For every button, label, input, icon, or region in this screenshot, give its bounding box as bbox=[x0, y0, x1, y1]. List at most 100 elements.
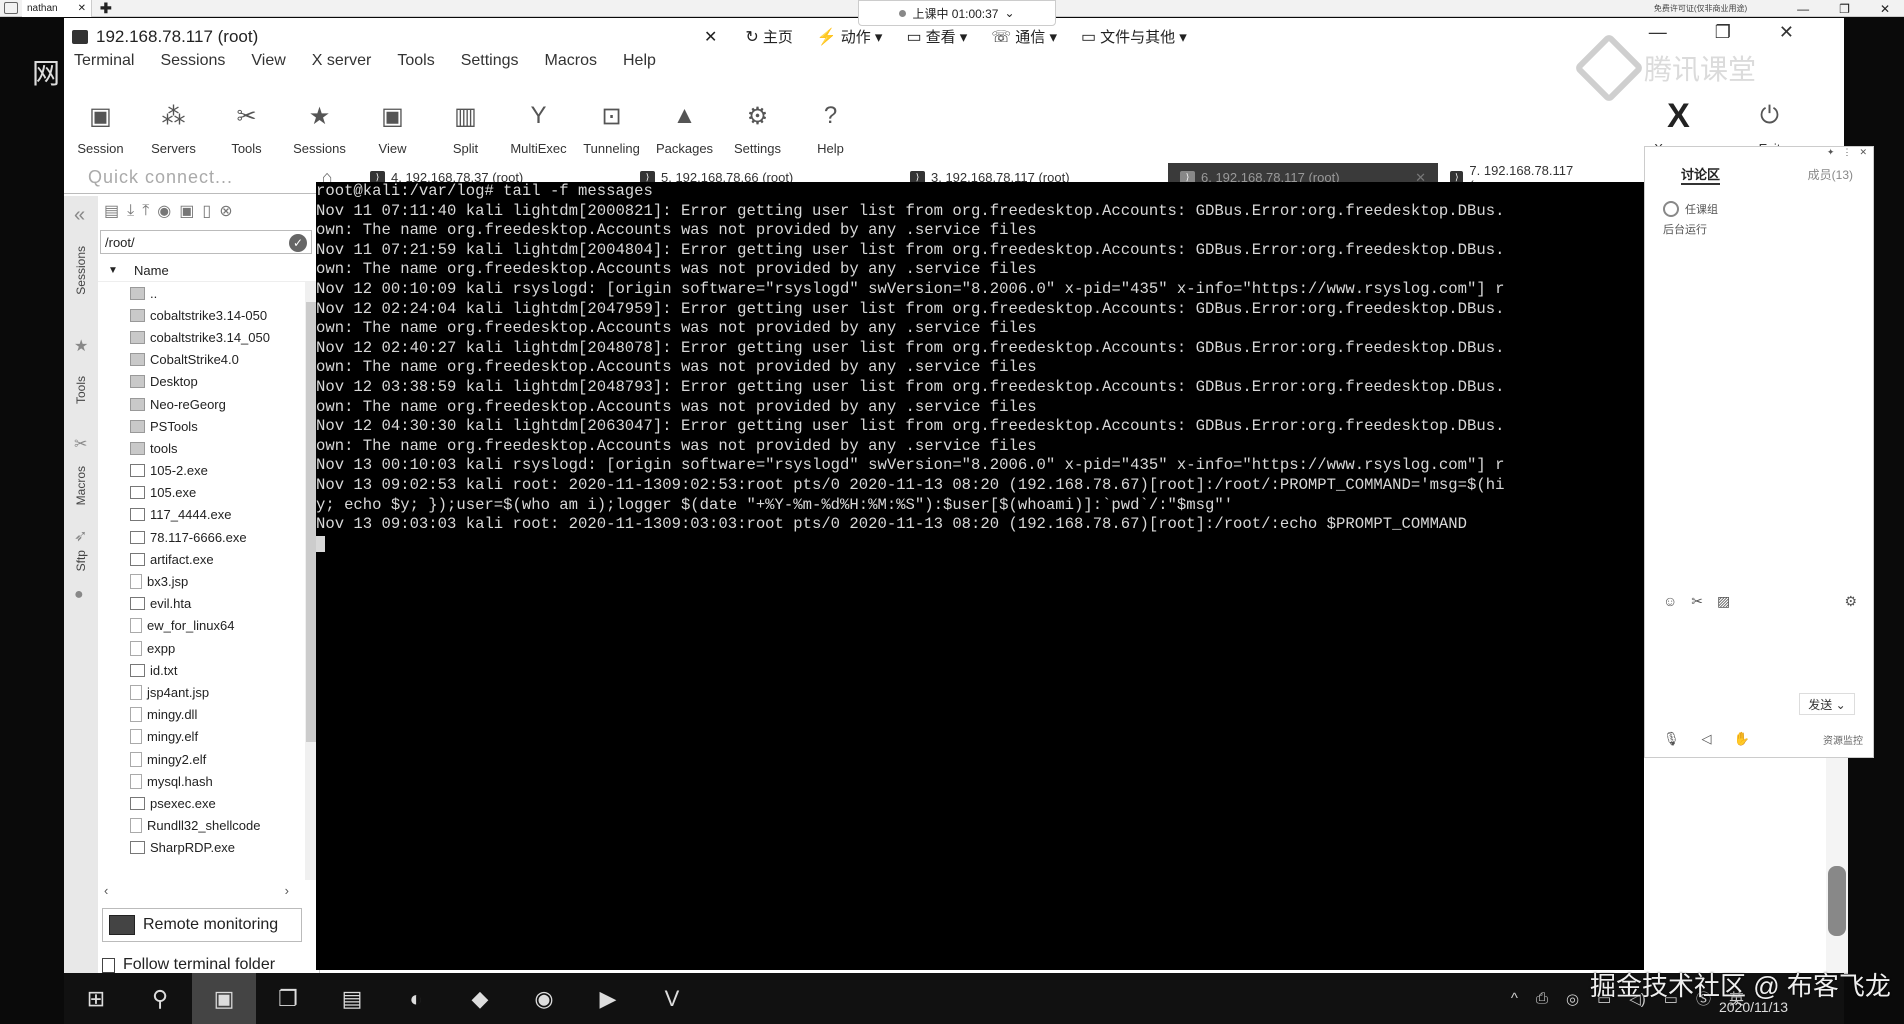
menu-x-server[interactable]: X server bbox=[312, 52, 372, 78]
close-icon[interactable]: ✕ bbox=[78, 3, 86, 14]
terminal-icon[interactable]: ▶ bbox=[576, 973, 640, 1024]
file-list-item[interactable]: mingy.elf bbox=[98, 726, 319, 748]
menu-terminal[interactable]: Terminal bbox=[74, 52, 134, 78]
session-button[interactable]: ▣ Session bbox=[64, 80, 137, 160]
image-icon[interactable]: ▨ bbox=[1717, 593, 1730, 610]
rail-tools[interactable]: Tools bbox=[74, 376, 88, 404]
folder-up-icon[interactable]: ▤ bbox=[104, 201, 119, 221]
file-list-item[interactable]: PSTools bbox=[98, 415, 319, 437]
scissors-icon[interactable]: ✂ bbox=[1691, 593, 1703, 610]
rail-sessions[interactable]: Sessions bbox=[74, 246, 88, 295]
resource-monitor[interactable]: 资源监控 bbox=[1823, 732, 1863, 747]
follow-terminal-folder[interactable]: Follow terminal folder bbox=[102, 956, 319, 974]
task-view-icon[interactable]: ❐ bbox=[256, 973, 320, 1024]
speaker-icon[interactable]: ◁ bbox=[1702, 731, 1712, 747]
ctrl-home[interactable]: ↻ 主页 bbox=[745, 26, 792, 47]
scrollbar-thumb[interactable] bbox=[306, 302, 316, 742]
settings-icon[interactable]: ⚙ bbox=[1844, 593, 1857, 610]
file-list-item[interactable]: psexec.exe bbox=[98, 792, 319, 814]
scroll-left-icon[interactable]: ‹ bbox=[104, 883, 108, 898]
file-list-item[interactable]: mingy2.elf bbox=[98, 748, 319, 770]
file-list-item[interactable]: expp bbox=[98, 637, 319, 659]
file-list-item[interactable]: artifact.exe bbox=[98, 548, 319, 570]
microphone-icon[interactable]: 🎙 bbox=[1663, 731, 1680, 747]
file-list-item[interactable]: Desktop bbox=[98, 371, 319, 393]
file-list-item[interactable]: id.txt bbox=[98, 659, 319, 681]
view-button[interactable]: ▣ View bbox=[356, 80, 429, 160]
sessions-button[interactable]: ★ Sessions bbox=[283, 80, 356, 160]
emoji-icon[interactable]: ☺ bbox=[1663, 593, 1677, 610]
checkmark-icon[interactable]: ✓ bbox=[289, 234, 307, 252]
ctrl-close[interactable]: ✕ bbox=[704, 27, 721, 47]
new-folder-icon[interactable]: ▣ bbox=[179, 201, 194, 221]
minimize-icon[interactable]: — bbox=[1797, 2, 1809, 16]
tools-button[interactable]: ✂ Tools bbox=[210, 80, 283, 160]
refresh-icon[interactable]: ◉ bbox=[157, 201, 171, 221]
tab-members[interactable]: 成员(13) bbox=[1808, 166, 1853, 183]
menu-help[interactable]: Help bbox=[623, 52, 656, 78]
vmware-icon[interactable]: V bbox=[640, 973, 704, 1024]
file-list-item[interactable]: .. bbox=[98, 282, 319, 304]
servers-button[interactable]: ⁂ Servers bbox=[137, 80, 210, 160]
file-list-item[interactable]: tools bbox=[98, 437, 319, 459]
horizontal-scrollbar[interactable]: ‹ › bbox=[98, 880, 319, 900]
file-list-item[interactable]: ew_for_linux64 bbox=[98, 615, 319, 637]
delete-icon[interactable]: ⊗ bbox=[219, 201, 232, 221]
file-list-item[interactable]: 117_4444.exe bbox=[98, 504, 319, 526]
file-list-item[interactable]: evil.hta bbox=[98, 593, 319, 615]
file-list-item[interactable]: mingy.dll bbox=[98, 704, 319, 726]
file-list-item[interactable]: 105.exe bbox=[98, 482, 319, 504]
pin-icon[interactable]: ✦ bbox=[1827, 147, 1835, 161]
scroll-knob[interactable] bbox=[1828, 866, 1846, 936]
file-list-item[interactable]: bx3.jsp bbox=[98, 570, 319, 592]
file-list-item[interactable]: jsp4ant.jsp bbox=[98, 681, 319, 703]
file-list-item[interactable]: mysql.hash bbox=[98, 770, 319, 792]
new-tab-icon[interactable]: ✚ bbox=[100, 0, 112, 17]
maximize-icon[interactable]: ❐ bbox=[1839, 2, 1850, 16]
file-list-item[interactable]: 105-2.exe bbox=[98, 460, 319, 482]
tray-app-icon[interactable]: ◎ bbox=[1566, 990, 1579, 1008]
help-button[interactable]: ? Help bbox=[794, 80, 867, 160]
quick-connect-input[interactable]: Quick connect... bbox=[64, 163, 314, 193]
ctrl-comm[interactable]: ☏ 通信 ▾ bbox=[991, 26, 1057, 47]
close-icon[interactable]: ✕ bbox=[1880, 2, 1890, 16]
menu-sessions[interactable]: Sessions bbox=[160, 52, 225, 78]
network-icon[interactable]: ⎙ bbox=[1536, 990, 1548, 1007]
menu-view[interactable]: View bbox=[251, 52, 285, 78]
download-icon[interactable]: ⤓ bbox=[127, 202, 134, 220]
file-list-item[interactable]: 78.117-6666.exe bbox=[98, 526, 319, 548]
multiexec-button[interactable]: Y MultiExec bbox=[502, 80, 575, 160]
rail-sftp[interactable]: Sftp bbox=[74, 550, 88, 571]
upload-icon[interactable]: ⤒ bbox=[142, 202, 149, 220]
menu-settings[interactable]: Settings bbox=[461, 52, 519, 78]
app-icon[interactable]: ◆ bbox=[448, 973, 512, 1024]
close-icon[interactable]: ✕ bbox=[1859, 147, 1867, 161]
settings-button[interactable]: ⚙ Settings bbox=[721, 80, 794, 160]
tab-discussion[interactable]: 讨论区 bbox=[1681, 164, 1721, 185]
packages-button[interactable]: ▲ Packages bbox=[648, 80, 721, 160]
tray-expand-icon[interactable]: ^ bbox=[1511, 990, 1518, 1007]
tunneling-button[interactable]: ⊡ Tunneling bbox=[575, 80, 648, 160]
send-button[interactable]: 发送 ⌄ bbox=[1799, 693, 1855, 715]
file-list-item[interactable]: Neo-reGeorg bbox=[98, 393, 319, 415]
file-list-item[interactable]: SharpRDP.exe bbox=[98, 837, 319, 859]
path-input[interactable]: /root/ ✓ bbox=[100, 230, 312, 254]
ctrl-actions[interactable]: ⚡ 动作 ▾ bbox=[817, 26, 883, 47]
menu-tools[interactable]: Tools bbox=[397, 52, 434, 78]
menu-macros[interactable]: Macros bbox=[545, 52, 597, 78]
file-list-item[interactable]: Rundll32_shellcode bbox=[98, 815, 319, 837]
live-status-pill[interactable]: 上课中 01:00:37 ⌄ bbox=[858, 0, 1056, 26]
browser-icon[interactable]: ◉ bbox=[512, 973, 576, 1024]
remote-desktop-icon[interactable]: ▣ bbox=[192, 973, 256, 1024]
ctrl-files[interactable]: ▭ 文件与其他 ▾ bbox=[1081, 26, 1187, 47]
terminal-output[interactable]: root@kali:/var/log# tail -f messages Nov … bbox=[316, 182, 1644, 970]
ctrl-view[interactable]: ▭ 查看 ▾ bbox=[906, 26, 967, 47]
start-icon[interactable]: ⊞ bbox=[64, 973, 128, 1024]
host-tab[interactable]: nathan ✕ bbox=[22, 0, 92, 17]
rail-macros[interactable]: Macros bbox=[74, 466, 88, 505]
split-button[interactable]: ▥ Split bbox=[429, 80, 502, 160]
file-list-item[interactable]: cobaltstrike3.14_050 bbox=[98, 326, 319, 348]
checkbox[interactable] bbox=[102, 957, 115, 973]
search-icon[interactable]: ⚲ bbox=[128, 973, 192, 1024]
edge-icon[interactable]: ◐ bbox=[384, 973, 448, 1024]
